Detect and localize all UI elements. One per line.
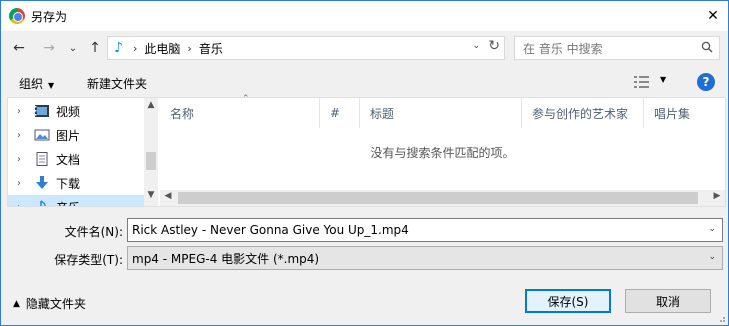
view-options-icon[interactable] — [633, 75, 651, 89]
command-toolbar: 组织 ▼ 新建文件夹 ▼ ? — [1, 67, 728, 97]
save-as-dialog: 另存为 ✕ ← → ⌄ ↑ ♪ › 此电脑 › 音乐 ⌄ ↻ 在 音乐 中搜索 … — [0, 0, 729, 326]
scrollbar-thumb[interactable] — [146, 152, 156, 170]
empty-folder-message: 没有与搜索条件匹配的项。 — [370, 146, 515, 160]
chevron-right-icon[interactable]: › — [8, 178, 30, 189]
save-button[interactable]: 保存(S) — [525, 289, 611, 313]
back-button[interactable]: ← — [9, 37, 29, 59]
tree-item-music[interactable]: › 音乐 — [8, 195, 144, 206]
scroll-right-icon[interactable]: ▶ — [709, 191, 725, 205]
column-header-name[interactable]: ⌃ 名称 — [160, 94, 320, 128]
organize-menu[interactable]: 组织 ▼ — [19, 75, 54, 92]
hide-folders-toggle[interactable]: ▲ 隐藏文件夹 — [13, 295, 86, 312]
music-icon — [40, 200, 46, 206]
chevron-down-icon[interactable]: ⌄ — [708, 252, 716, 262]
navigation-tree: › 视频 › 图片 › 文档 › 下载 ▲ ▼ — [8, 98, 158, 206]
tree-scrollbar[interactable]: ▲ ▼ — [144, 98, 158, 206]
save-type-label: 保存类型(T): — [54, 253, 123, 267]
tree-item-videos[interactable]: › 视频 — [8, 99, 144, 123]
address-dropdown-icon[interactable]: ⌄ — [472, 41, 480, 51]
breadcrumb-this-pc[interactable]: 此电脑 — [144, 40, 180, 57]
caret-up-icon: ▲ — [13, 298, 20, 309]
downloads-icon — [36, 176, 48, 189]
help-icon[interactable]: ? — [697, 73, 715, 91]
filename-value[interactable]: Rick Astley - Never Gonna Give You Up_1.… — [132, 223, 409, 237]
tree-item-pictures[interactable]: › 图片 — [8, 123, 144, 147]
tree-item-label: 图片 — [56, 128, 81, 143]
chevron-right-icon[interactable]: › — [8, 130, 30, 141]
tree-item-downloads[interactable]: › 下载 — [8, 171, 144, 195]
file-list: ⌃ 名称 # 标题 参与创作的艺术家 唱片集 没有与搜索条件匹配的项。 ◀ ▶ — [160, 94, 725, 206]
title-bar: 另存为 ✕ — [1, 1, 728, 31]
tree-item-label: 文档 — [56, 152, 81, 167]
music-folder-icon: ♪ — [114, 40, 123, 56]
save-type-select[interactable]: mp4 - MPEG-4 电影文件 (*.mp4) ⌄ — [127, 246, 723, 270]
up-button[interactable]: ↑ — [85, 37, 105, 59]
close-button[interactable]: ✕ — [698, 1, 728, 31]
tree-item-label: 音乐 — [56, 199, 80, 207]
address-bar[interactable]: ♪ › 此电脑 › 音乐 ⌄ ↻ — [107, 36, 505, 60]
column-header-artists[interactable]: 参与创作的艺术家 — [522, 98, 644, 128]
cancel-button[interactable]: 取消 — [625, 289, 711, 313]
resize-grip-icon[interactable] — [716, 313, 726, 323]
column-headers: ⌃ 名称 # 标题 参与创作的艺术家 唱片集 — [160, 94, 725, 128]
save-type-value: mp4 - MPEG-4 电影文件 (*.mp4) — [132, 251, 320, 266]
video-icon — [35, 105, 49, 117]
chrome-app-icon — [9, 8, 25, 24]
documents-icon — [36, 152, 48, 166]
filename-label: 文件名(N): — [64, 225, 123, 239]
chevron-down-icon[interactable]: ⌄ — [708, 224, 716, 234]
browser-pane: › 视频 › 图片 › 文档 › 下载 ▲ ▼ ⌃ 名称 # 标题 参与创作的艺… — [7, 94, 726, 207]
column-header-title[interactable]: 标题 — [360, 98, 522, 128]
tree-item-label: 视频 — [56, 104, 81, 119]
column-header-album[interactable]: 唱片集 — [644, 98, 725, 128]
search-input[interactable]: 在 音乐 中搜索 — [514, 36, 720, 60]
tree-item-documents[interactable]: › 文档 — [8, 147, 144, 171]
scroll-down-icon[interactable]: ▼ — [144, 190, 158, 204]
address-row: ← → ⌄ ↑ ♪ › 此电脑 › 音乐 ⌄ ↻ 在 音乐 中搜索 — [1, 35, 728, 61]
forward-button[interactable]: → — [39, 37, 59, 59]
horizontal-scrollbar[interactable]: ◀ ▶ — [160, 190, 725, 206]
scroll-up-icon[interactable]: ▲ — [144, 100, 158, 114]
recent-locations-button[interactable]: ⌄ — [63, 37, 83, 59]
pictures-icon — [34, 129, 50, 141]
tree-item-label: 下载 — [56, 176, 81, 191]
chevron-right-icon[interactable]: › — [8, 106, 30, 117]
hide-folders-label: 隐藏文件夹 — [25, 297, 86, 311]
breadcrumb-separator-icon: › — [133, 41, 138, 55]
new-folder-button[interactable]: 新建文件夹 — [87, 75, 147, 92]
breadcrumb-separator-icon: › — [187, 41, 192, 55]
search-placeholder: 在 音乐 中搜索 — [523, 41, 603, 56]
scrollbar-thumb[interactable] — [178, 192, 698, 204]
filename-field[interactable]: Rick Astley - Never Gonna Give You Up_1.… — [127, 218, 723, 242]
refresh-button[interactable]: ↻ — [488, 38, 500, 54]
breadcrumb-music[interactable]: 音乐 — [199, 40, 223, 57]
scroll-left-icon[interactable]: ◀ — [160, 191, 176, 205]
search-icon — [701, 41, 713, 53]
chevron-right-icon[interactable]: › — [8, 154, 30, 165]
view-dropdown-icon[interactable]: ▼ — [660, 75, 666, 84]
chevron-right-icon[interactable]: › — [8, 202, 30, 207]
column-header-number[interactable]: # — [320, 98, 360, 128]
window-title: 另存为 — [31, 9, 68, 24]
organize-label: 组织 — [19, 77, 44, 91]
caret-down-icon: ▼ — [48, 81, 55, 90]
sort-ascending-icon: ⌃ — [242, 94, 250, 104]
